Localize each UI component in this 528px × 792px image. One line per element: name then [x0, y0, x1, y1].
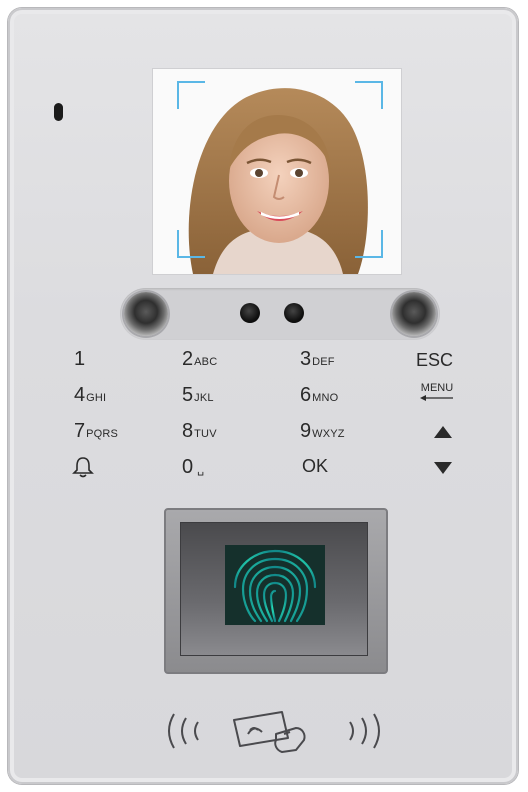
key-bell[interactable]: [72, 456, 94, 484]
key-3[interactable]: 3 DEF: [300, 348, 335, 376]
key-digit: 0: [182, 456, 194, 478]
key-digit: 6: [300, 384, 312, 406]
status-led: [54, 103, 63, 121]
up-arrow-icon: [434, 426, 452, 438]
keypad: 1 2 ABC 3 DEF ESC 4 GHI 5 JKL 6 MNO MENU: [64, 346, 484, 486]
fingerprint-well: [180, 522, 368, 656]
face-frame-corner: [355, 81, 383, 109]
key-letters: PQRS: [86, 428, 119, 440]
key-8[interactable]: 8 TUV: [182, 420, 217, 448]
key-0[interactable]: 0 ␣: [182, 456, 204, 484]
ok-label: OK: [302, 456, 329, 476]
esc-label: ESC: [416, 350, 454, 370]
key-up[interactable]: [434, 426, 452, 454]
rfid-card-reader[interactable]: [156, 704, 392, 758]
key-esc[interactable]: ESC: [416, 350, 453, 378]
bell-icon: [72, 457, 94, 478]
camera-lens-left: [124, 292, 168, 336]
key-4[interactable]: 4 GHI: [74, 384, 106, 412]
down-arrow-icon: [434, 462, 452, 474]
fingerprint-icon: [225, 545, 325, 625]
key-digit: 2: [182, 348, 194, 370]
display-screen: [152, 68, 402, 275]
key-5[interactable]: 5 JKL: [182, 384, 214, 412]
key-letters: DEF: [312, 356, 335, 368]
key-2[interactable]: 2 ABC: [182, 348, 217, 376]
attendance-terminal: 1 2 ABC 3 DEF ESC 4 GHI 5 JKL 6 MNO MENU: [8, 8, 518, 784]
infrared-sensor: [240, 303, 260, 323]
camera-lens-right: [392, 292, 436, 336]
key-letters: MNO: [312, 392, 339, 404]
face-frame-corner: [355, 230, 383, 258]
rfid-card-icon: [233, 711, 306, 753]
face-frame-corner: [177, 81, 205, 109]
key-digit: 1: [74, 348, 86, 370]
key-ok[interactable]: OK: [302, 456, 328, 484]
menu-label: MENU: [420, 382, 454, 394]
key-letters: GHI: [86, 392, 107, 404]
key-menu[interactable]: MENU: [420, 382, 454, 410]
key-letters: JKL: [194, 392, 214, 404]
key-letters: TUV: [194, 428, 217, 440]
key-letters: WXYZ: [312, 428, 345, 440]
key-letters: ABC: [194, 356, 218, 368]
camera-bar: [120, 288, 440, 340]
infrared-sensor: [284, 303, 304, 323]
key-digit: 7: [74, 420, 86, 442]
space-symbol: ␣: [197, 464, 205, 476]
key-digit: 5: [182, 384, 194, 406]
key-6[interactable]: 6 MNO: [300, 384, 338, 412]
key-digit: 8: [182, 420, 194, 442]
key-digit: 9: [300, 420, 312, 442]
key-1[interactable]: 1: [74, 348, 85, 376]
back-arrow-icon: [420, 395, 453, 401]
key-down[interactable]: [434, 462, 452, 490]
face-frame-corner: [177, 230, 205, 258]
key-digit: 3: [300, 348, 312, 370]
key-9[interactable]: 9 WXYZ: [300, 420, 345, 448]
fingerprint-reader[interactable]: [164, 508, 388, 674]
key-digit: 4: [74, 384, 86, 406]
key-7[interactable]: 7 PQRS: [74, 420, 118, 448]
